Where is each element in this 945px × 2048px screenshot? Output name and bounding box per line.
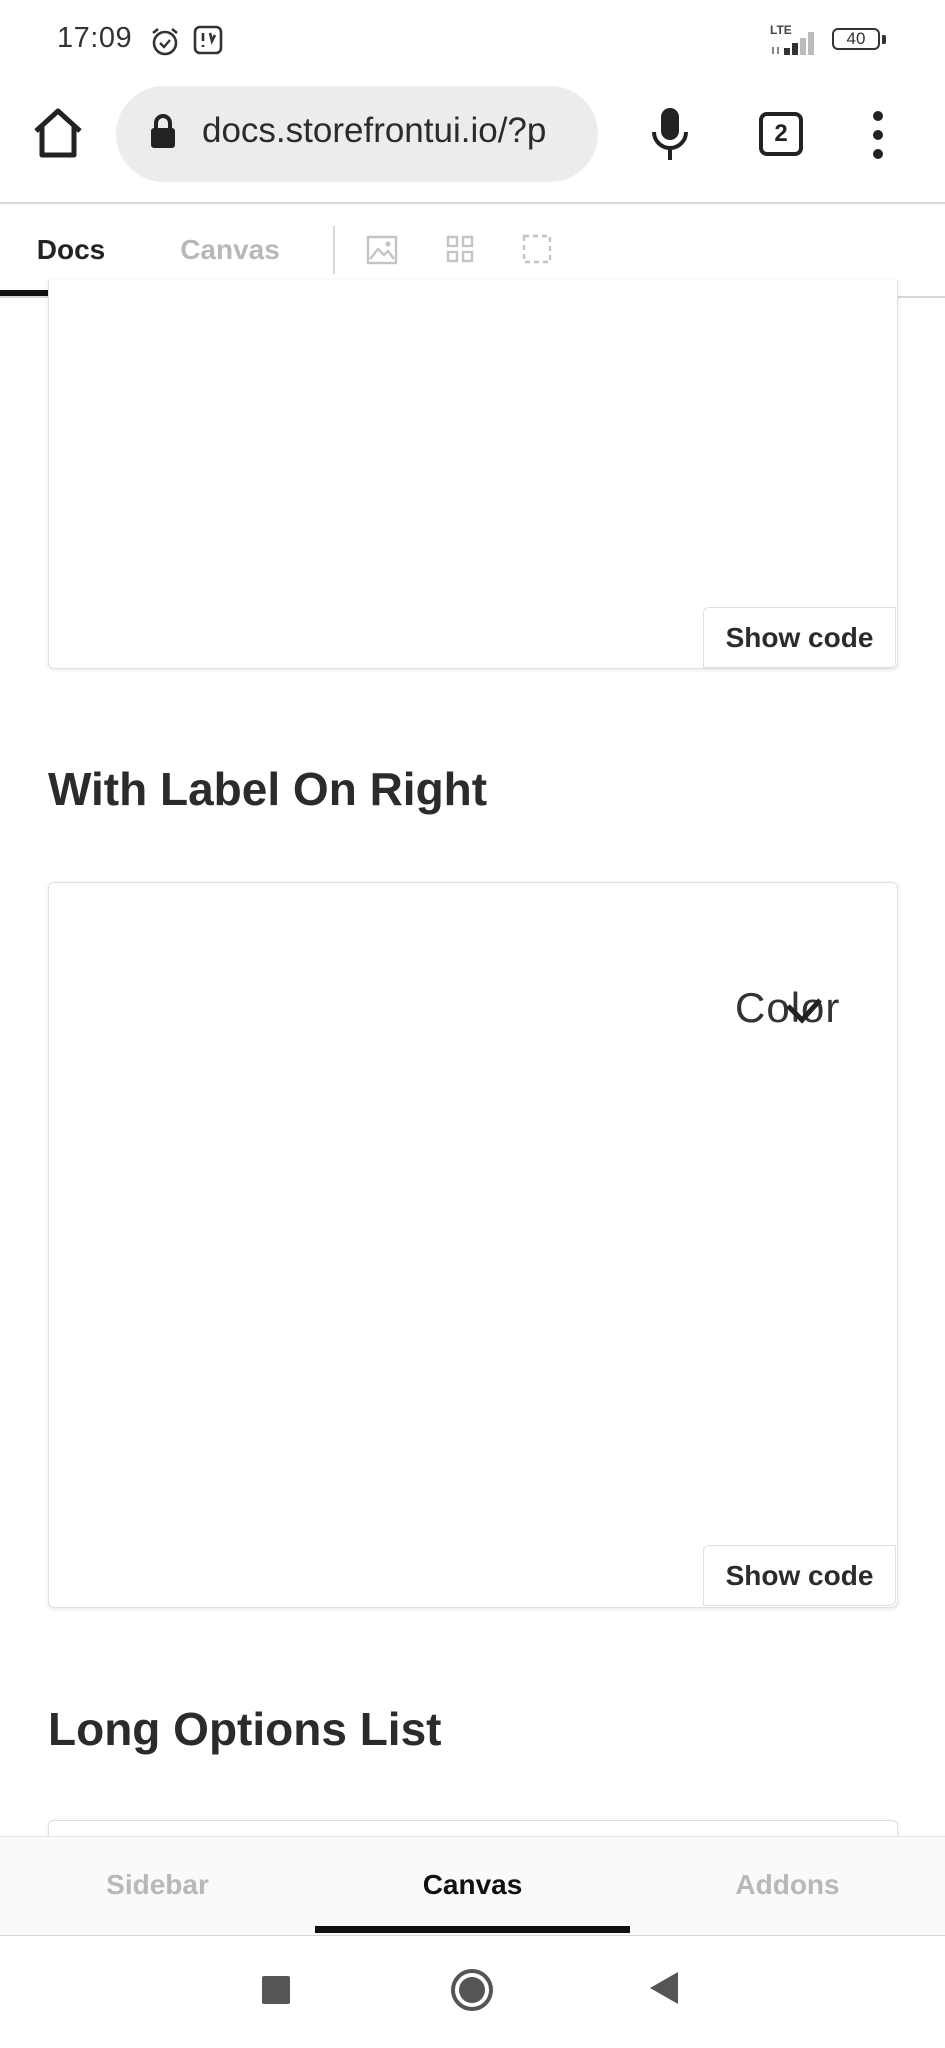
signal-icon: [772, 32, 814, 55]
nav-sidebar[interactable]: Sidebar: [0, 1836, 315, 1934]
status-time: 17:09: [57, 22, 133, 54]
nav-active-indicator: [315, 1926, 630, 1933]
mic-icon[interactable]: [648, 106, 692, 162]
battery-icon: 40: [832, 28, 886, 52]
more-vert-icon[interactable]: [868, 110, 888, 160]
image-icon[interactable]: [366, 234, 398, 266]
battery-level: 40: [846, 29, 866, 48]
nav-canvas[interactable]: Canvas: [315, 1836, 630, 1934]
home-circle-icon[interactable]: [450, 1968, 494, 2012]
check-icon[interactable]: [784, 994, 824, 1028]
tabs-icon[interactable]: 2: [759, 112, 803, 156]
nav-addons[interactable]: Addons: [630, 1836, 945, 1934]
outline-icon[interactable]: [522, 234, 552, 264]
back-icon[interactable]: [648, 1970, 680, 2006]
show-code-button[interactable]: Show code: [703, 1545, 896, 1606]
home-icon[interactable]: [30, 105, 86, 161]
show-code-button[interactable]: Show code: [703, 607, 896, 668]
toolbar-divider: [333, 226, 335, 274]
url-text[interactable]: docs.storefrontui.io/?p: [202, 111, 594, 151]
section-heading: Long Options List: [48, 1703, 442, 1755]
app-notification-icon: [193, 25, 223, 55]
section-heading: With Label On Right: [48, 763, 488, 815]
recent-apps-icon[interactable]: [262, 1976, 290, 2004]
lock-icon[interactable]: [148, 112, 178, 152]
grid-icon[interactable]: [445, 234, 475, 264]
alarm-icon: [152, 27, 178, 56]
